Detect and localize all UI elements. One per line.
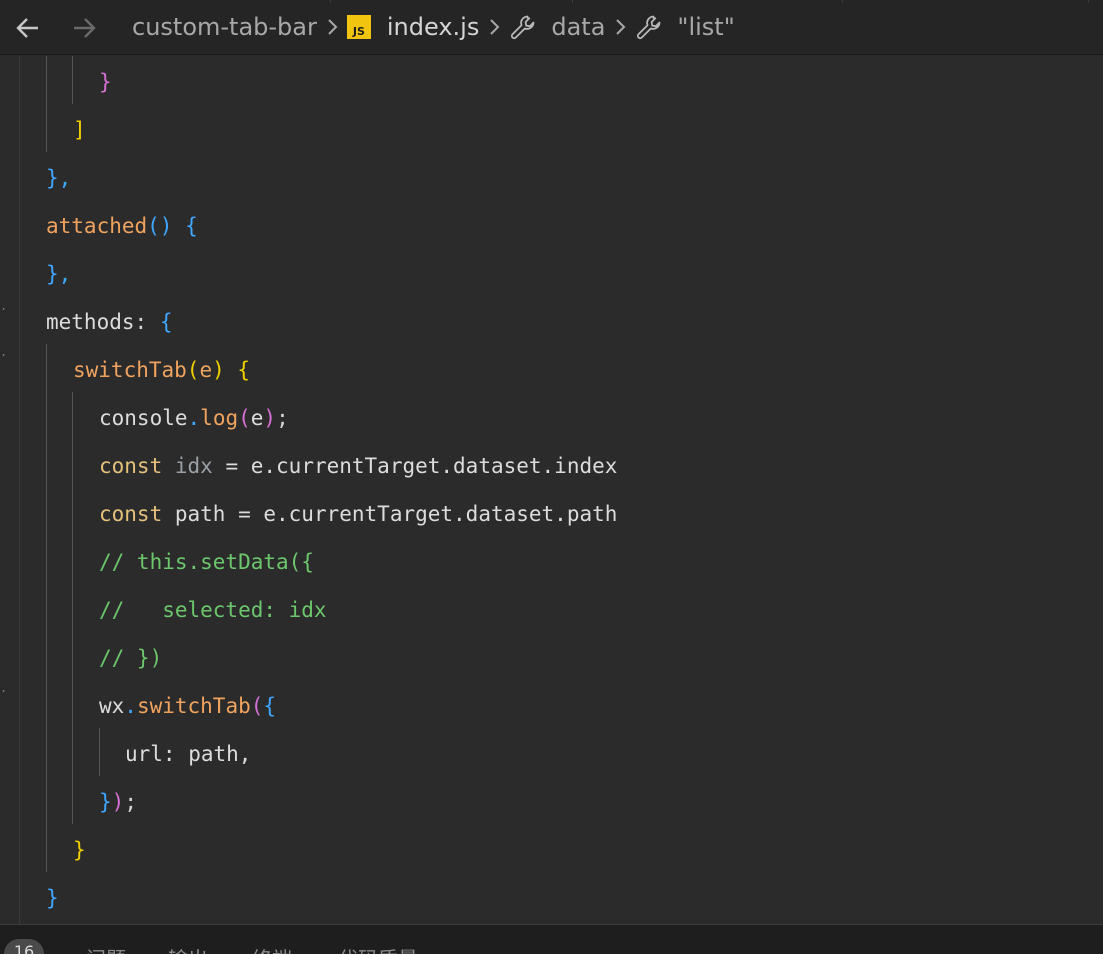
code-line: }: [46, 874, 59, 922]
code-line: const idx = e.currentTarget.dataset.inde…: [99, 442, 617, 490]
code-token: ): [111, 790, 125, 814]
code-line: console.log(e);: [99, 394, 289, 442]
code-token: const: [99, 454, 163, 478]
code-token: ;: [124, 790, 137, 814]
code-token: = e.currentTarget.dataset.path: [225, 502, 618, 526]
code-line: switchTab(e) {: [73, 346, 250, 394]
code-token: ): [212, 358, 225, 382]
code-token: log: [200, 406, 239, 430]
chevron-right-icon: [615, 18, 627, 36]
code-line: });: [99, 778, 137, 826]
breadcrumb: custom-tab-bar JS index.js data "list": [132, 0, 735, 54]
code-token: }: [46, 886, 59, 910]
code-token: attached: [46, 214, 148, 238]
code-token: }: [73, 838, 86, 862]
back-arrow-icon[interactable]: [10, 10, 46, 46]
code-token: {: [185, 214, 198, 238]
code-token: ]: [73, 118, 86, 142]
breadcrumb-folder[interactable]: custom-tab-bar: [132, 13, 317, 41]
code-comment: // }): [99, 646, 163, 670]
code-token: {: [159, 310, 173, 334]
code-token: .: [124, 694, 137, 718]
indent-guide: [46, 344, 47, 872]
code-line: ]: [73, 106, 86, 154]
code-editor[interactable]: ′ ′ ′ } ] }, attached() { }, methods: { …: [0, 56, 1103, 924]
indent-guide: [72, 392, 73, 824]
code-token: },: [46, 262, 72, 286]
code-token: idx: [174, 454, 213, 478]
code-token: },: [46, 166, 72, 190]
code-comment: // this.setData({: [99, 550, 314, 574]
code-token: e: [199, 358, 213, 382]
breadcrumb-bar: custom-tab-bar JS index.js data "list": [0, 0, 1103, 55]
breadcrumb-symbol-list[interactable]: "list": [635, 13, 735, 41]
javascript-file-icon: JS: [346, 15, 371, 39]
tab-problems[interactable]: 问题: [86, 943, 126, 954]
breadcrumb-symbol-list-label: "list": [677, 13, 735, 41]
code-token: path: [174, 502, 226, 526]
code-token: wx: [99, 694, 125, 718]
code-token: {: [237, 358, 251, 382]
bottom-panel: 16 问题 输出 终端 代码质量: [0, 924, 1103, 954]
code-line: url: path,: [125, 730, 251, 778]
indent-guide: [46, 56, 47, 152]
gutter-divider: [19, 56, 20, 924]
code-token: ;: [276, 406, 289, 430]
fold-marker-icon[interactable]: ′: [0, 352, 7, 366]
indent-guide: [72, 56, 73, 104]
code-line: }: [99, 58, 112, 106]
code-token: url: path,: [125, 742, 252, 766]
breadcrumb-symbol-data-label: data: [551, 13, 606, 41]
code-token: switchTab: [73, 358, 187, 382]
code-token: (: [186, 358, 200, 382]
code-token: .: [187, 406, 201, 430]
code-token: {: [263, 694, 277, 718]
code-line: attached() {: [46, 202, 198, 250]
fold-marker-icon[interactable]: ′: [0, 306, 7, 320]
code-token: console: [99, 406, 188, 430]
wrench-icon: [509, 13, 537, 41]
code-comment: // selected: idx: [99, 598, 327, 622]
code-line: }: [73, 826, 86, 874]
code-line: },: [46, 154, 71, 202]
code-token: = e.currentTarget.dataset.index: [212, 454, 618, 478]
tab-output[interactable]: 输出: [168, 943, 208, 954]
breadcrumb-file[interactable]: JS index.js: [346, 13, 480, 41]
code-token: switchTab: [136, 694, 251, 718]
code-token: (): [147, 214, 173, 238]
code-line: const path = e.currentTarget.dataset.pat…: [99, 490, 617, 538]
chevron-right-icon: [489, 18, 501, 36]
code-line: wx.switchTab({: [99, 682, 276, 730]
breadcrumb-symbol-data[interactable]: data: [509, 13, 605, 41]
tab-code-quality[interactable]: 代码质量: [338, 943, 418, 954]
code-line: },: [46, 250, 71, 298]
code-line: methods: {: [46, 298, 172, 346]
code-token: const: [99, 502, 163, 526]
code-token: ): [263, 406, 277, 430]
fold-marker-icon[interactable]: ′: [0, 688, 7, 702]
code-token: (: [238, 406, 251, 430]
chevron-right-icon: [327, 18, 339, 36]
breadcrumb-file-label: index.js: [386, 13, 480, 41]
code-token: (: [250, 694, 264, 718]
problems-count-badge[interactable]: 16: [4, 939, 44, 954]
code-token: }: [99, 70, 112, 94]
indent-guide: [99, 728, 100, 776]
forward-arrow-icon[interactable]: [66, 10, 102, 46]
code-token: :: [134, 310, 148, 334]
tab-terminal[interactable]: 终端: [252, 943, 292, 954]
wrench-icon: [635, 13, 663, 41]
code-token: }: [99, 790, 112, 814]
code-token: methods: [46, 310, 135, 334]
code-token: e: [250, 406, 264, 430]
